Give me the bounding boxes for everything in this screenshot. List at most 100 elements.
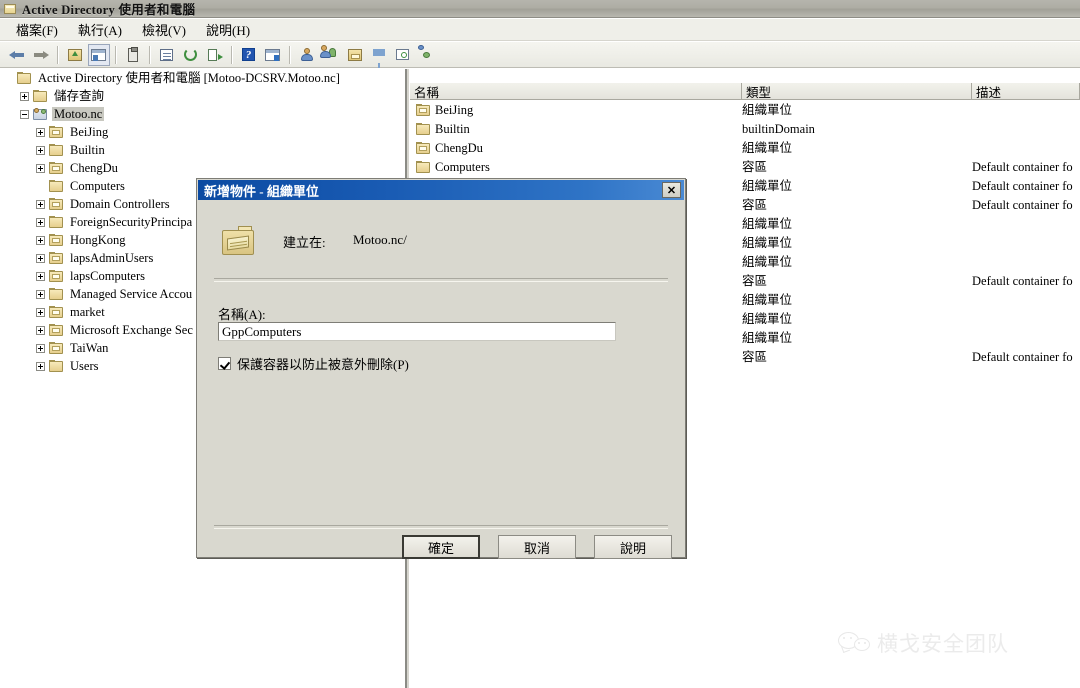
find-icon <box>395 47 411 63</box>
forward-button[interactable] <box>30 44 52 66</box>
back-button[interactable] <box>6 44 28 66</box>
row-type-cell: 組織單位 <box>742 293 793 307</box>
row-type-cell: 容區 <box>742 160 768 174</box>
organizational-unit-icon <box>416 142 431 155</box>
expand-icon[interactable] <box>36 127 45 137</box>
watermark: 横戈安全团队 <box>838 626 1070 660</box>
close-icon[interactable]: ✕ <box>662 182 681 198</box>
menu-help[interactable]: 說明(H) <box>196 18 260 41</box>
tree-node-label: Domain Controllers <box>70 197 170 211</box>
export-list-button[interactable] <box>204 44 226 66</box>
filter-button[interactable] <box>368 44 390 68</box>
folder-icon <box>416 161 431 174</box>
new-group-button[interactable] <box>320 44 342 66</box>
column-name[interactable]: 名稱 <box>410 83 742 100</box>
tree-node-label: Active Directory 使用者和電腦 [Motoo-DCSRV.Mot… <box>38 71 340 85</box>
row-name-label: Computers <box>435 160 490 174</box>
expand-icon[interactable] <box>20 91 29 101</box>
tree-node-label: lapsAdminUsers <box>70 251 154 265</box>
help-button-toolbar[interactable]: ? <box>238 44 260 66</box>
saved-query-button[interactable] <box>416 44 438 66</box>
show-console-button[interactable] <box>262 44 284 66</box>
organizational-unit-icon <box>49 251 64 265</box>
expand-icon[interactable] <box>36 217 45 227</box>
menu-action[interactable]: 執行(A) <box>68 18 132 41</box>
cancel-button[interactable]: 取消 <box>498 535 576 559</box>
properties-button[interactable] <box>156 44 178 66</box>
folder-icon <box>49 215 64 229</box>
column-header-label: 描述 <box>976 85 1002 100</box>
expand-icon[interactable] <box>36 163 45 173</box>
copy-button[interactable] <box>122 44 144 66</box>
tree-node[interactable]: ChengDu <box>0 159 404 177</box>
tree-node[interactable]: Active Directory 使用者和電腦 [Motoo-DCSRV.Mot… <box>0 69 404 87</box>
folder-icon <box>49 179 64 193</box>
expand-icon[interactable] <box>36 343 45 353</box>
forward-icon <box>33 47 49 63</box>
expand-icon[interactable] <box>36 307 45 317</box>
refresh-button[interactable] <box>180 44 202 66</box>
table-row[interactable]: Computers 容區 Default container fo <box>410 158 1080 177</box>
table-row[interactable]: ChengDu 組織單位 <box>410 139 1080 158</box>
menu-view[interactable]: 檢視(V) <box>132 18 196 41</box>
dialog-buttons: 確定 取消 說明 <box>198 535 684 561</box>
row-name-cell: Computers <box>416 158 490 177</box>
column-header-label: 類型 <box>746 85 772 100</box>
tree-node-label: Computers <box>70 179 125 193</box>
expand-icon[interactable] <box>36 325 45 335</box>
column-type[interactable]: 類型 <box>742 83 972 100</box>
tree-node-label: market <box>70 305 105 319</box>
expand-icon[interactable] <box>36 235 45 245</box>
active-directory-window: Active Directory 使用者和電腦 檔案(F) 執行(A) 檢視(V… <box>0 0 1080 688</box>
dialog-title: 新增物件 - 組織單位 <box>204 183 319 199</box>
collapse-icon[interactable] <box>20 109 29 119</box>
table-row[interactable]: BeiJing 組織單位 <box>410 101 1080 120</box>
console-icon <box>265 47 281 63</box>
new-ou-button[interactable] <box>344 44 366 66</box>
name-input[interactable] <box>218 322 616 341</box>
show-hide-console-tree-button[interactable] <box>88 43 110 66</box>
tree-node[interactable]: Builtin <box>0 141 404 159</box>
toolbar-separator <box>289 45 291 64</box>
expand-icon[interactable] <box>36 289 45 299</box>
table-row[interactable]: Builtin builtinDomain <box>410 120 1080 139</box>
column-description[interactable]: 描述 <box>972 83 1080 100</box>
find-button[interactable] <box>392 44 414 66</box>
back-icon <box>9 47 25 63</box>
row-type-cell: builtinDomain <box>742 122 815 136</box>
organizational-unit-icon <box>49 305 64 319</box>
column-header-label: 名稱 <box>414 85 440 100</box>
expand-icon[interactable] <box>36 271 45 281</box>
watermark-text: 横戈安全团队 <box>877 632 1009 656</box>
new-object-dialog: 新增物件 - 組織單位 ✕ 建立在: Motoo.nc/ 名稱(A): 保護容器… <box>196 178 686 561</box>
tree-node-label: lapsComputers <box>70 269 145 283</box>
row-type-cell: 組織單位 <box>742 331 793 345</box>
protect-checkbox[interactable] <box>218 357 231 370</box>
expand-icon[interactable] <box>36 199 45 209</box>
tree-node[interactable]: Motoo.nc <box>0 105 404 123</box>
window-title: Active Directory 使用者和電腦 <box>22 3 196 17</box>
row-description-cell: Default container fo <box>972 160 1073 174</box>
menu-file[interactable]: 檔案(F) <box>6 18 68 41</box>
folder-icon <box>17 71 32 85</box>
divider <box>214 278 668 282</box>
tree-node[interactable]: BeiJing <box>0 123 404 141</box>
properties-icon <box>159 47 175 63</box>
organizational-unit-icon <box>222 226 256 256</box>
expand-icon[interactable] <box>36 361 45 371</box>
new-user-button[interactable] <box>296 44 318 66</box>
organizational-unit-icon <box>49 161 64 175</box>
tree-node[interactable]: 儲存查詢 <box>0 87 404 105</box>
expand-icon[interactable] <box>36 253 45 263</box>
create-in-value: Motoo.nc/ <box>353 232 407 247</box>
protect-container-row[interactable]: 保護容器以防止被意外刪除(P) <box>218 354 409 373</box>
row-type-cell: 組織單位 <box>742 312 793 326</box>
up-one-level-button[interactable] <box>64 44 86 66</box>
tree-node-label: BeiJing <box>70 125 109 139</box>
toolbar-separator <box>149 45 151 64</box>
expand-icon[interactable] <box>36 145 45 155</box>
help-button[interactable]: 說明 <box>594 535 672 559</box>
ok-button[interactable]: 確定 <box>402 535 480 559</box>
toolbar-separator <box>115 45 117 64</box>
folder-icon <box>49 143 64 157</box>
